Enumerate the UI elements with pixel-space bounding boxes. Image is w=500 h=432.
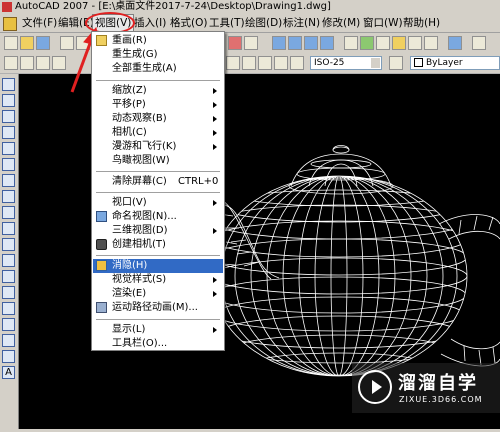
watermark: 溜溜自学 ZIXUE.3D66.COM	[352, 363, 500, 413]
menu-item-label: 工具栏(O)...	[112, 338, 168, 349]
menu-item-3d-views[interactable]: 三维视图(D)	[93, 224, 223, 238]
view-menu-dropdown: 重画(R) 重生成(G) 全部重生成(A) 缩放(Z) 平移(P) 动态观察(B…	[91, 31, 225, 351]
menu-item-label: 相机(C)	[112, 127, 147, 138]
menu-item-aerial-view[interactable]: 鸟瞰视图(W)	[93, 154, 223, 168]
menu-item-clean-screen[interactable]: 清除屏幕(C) CTRL+0	[93, 175, 223, 189]
submenu-arrow-icon	[213, 130, 217, 136]
submenu-arrow-icon	[213, 102, 217, 108]
submenu-arrow-icon	[213, 277, 217, 283]
submenu-arrow-icon	[213, 327, 217, 333]
menu-item-label: 清除屏幕(C)	[112, 176, 167, 187]
submenu-arrow-icon	[213, 116, 217, 122]
menu-item-label: 缩放(Z)	[112, 85, 147, 96]
menu-item-create-camera[interactable]: 创建相机(T)	[93, 238, 223, 252]
menu-separator	[96, 192, 220, 194]
menu-item-label: 漫游和飞行(K)	[112, 141, 177, 152]
submenu-arrow-icon	[213, 88, 217, 94]
menu-item-camera[interactable]: 相机(C)	[93, 126, 223, 140]
redraw-icon	[96, 35, 107, 46]
camera-icon	[96, 239, 107, 250]
menu-item-walk-fly[interactable]: 漫游和飞行(K)	[93, 140, 223, 154]
menu-item-redraw[interactable]: 重画(R)	[93, 34, 223, 48]
menu-item-label: 重画(R)	[112, 35, 147, 46]
menu-item-regen-all[interactable]: 全部重生成(A)	[93, 62, 223, 76]
menu-item-label: 消隐(H)	[112, 260, 148, 271]
watermark-title: 溜溜自学	[398, 373, 478, 394]
play-logo-icon	[358, 370, 392, 404]
menu-item-display[interactable]: 显示(L)	[93, 323, 223, 337]
named-views-icon	[96, 211, 107, 222]
menu-item-label: 显示(L)	[112, 324, 146, 335]
menu-item-render[interactable]: 渲染(E)	[93, 287, 223, 301]
menu-separator	[96, 80, 220, 82]
submenu-arrow-icon	[213, 228, 217, 234]
menu-separator	[96, 171, 220, 173]
menu-separator	[96, 255, 220, 257]
menu-item-label: 视口(V)	[112, 197, 147, 208]
menu-item-label: 视觉样式(S)	[112, 274, 167, 285]
menu-item-toolbars[interactable]: 工具栏(O)...	[93, 337, 223, 351]
menu-item-label: 命名视图(N)...	[112, 211, 177, 222]
menu-item-label: 鸟瞰视图(W)	[112, 155, 170, 166]
menu-item-named-views[interactable]: 命名视图(N)...	[93, 210, 223, 224]
motion-path-icon	[96, 302, 107, 313]
menu-item-regen[interactable]: 重生成(G)	[93, 48, 223, 62]
menu-item-label: 平移(P)	[112, 99, 146, 110]
submenu-arrow-icon	[213, 200, 217, 206]
menu-item-hide[interactable]: 消隐(H)	[93, 259, 223, 273]
menu-item-label: 动态观察(B)	[112, 113, 167, 124]
menu-item-pan[interactable]: 平移(P)	[93, 98, 223, 112]
menu-item-label: 全部重生成(A)	[112, 63, 177, 74]
menu-item-label: 创建相机(T)	[112, 239, 166, 250]
menu-item-motion-path[interactable]: 运动路径动画(M)...	[93, 301, 223, 315]
menu-item-zoom[interactable]: 缩放(Z)	[93, 84, 223, 98]
menu-item-viewports[interactable]: 视口(V)	[93, 196, 223, 210]
menu-item-shortcut: CTRL+0	[178, 176, 219, 187]
menu-separator	[96, 319, 220, 321]
submenu-arrow-icon	[213, 291, 217, 297]
watermark-subtitle: ZIXUE.3D66.COM	[399, 395, 483, 404]
menu-item-label: 运动路径动画(M)...	[112, 302, 198, 313]
menu-item-label: 重生成(G)	[112, 49, 158, 60]
menu-item-visual-styles[interactable]: 视觉样式(S)	[93, 273, 223, 287]
menu-item-label: 渲染(E)	[112, 288, 147, 299]
submenu-arrow-icon	[213, 144, 217, 150]
hide-icon	[96, 260, 107, 271]
menu-item-label: 三维视图(D)	[112, 225, 168, 236]
menu-item-orbit[interactable]: 动态观察(B)	[93, 112, 223, 126]
